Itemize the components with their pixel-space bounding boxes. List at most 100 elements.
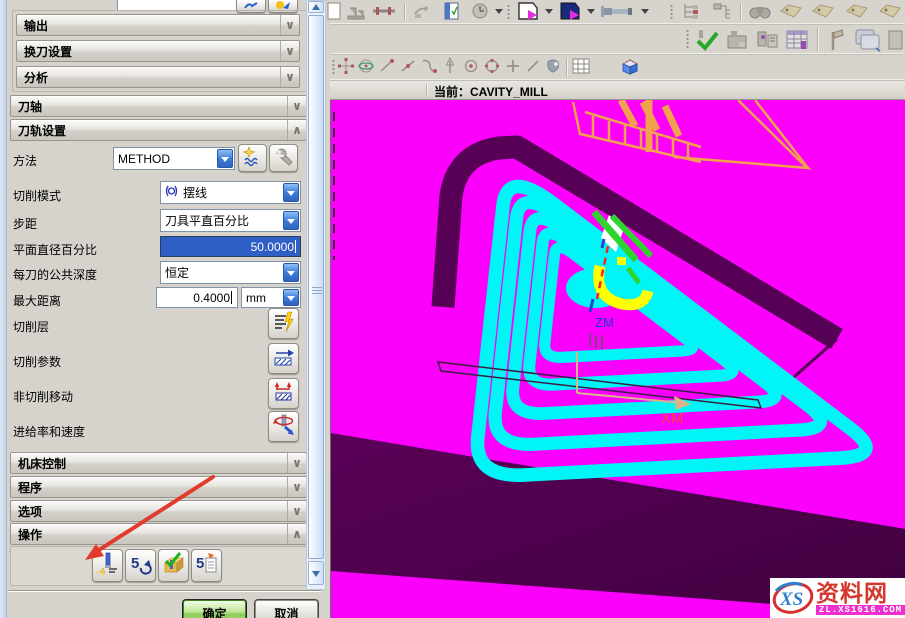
section-path-settings[interactable]: 刀轨设置 ∧ [10,119,307,141]
point-set-icon[interactable] [336,55,356,77]
table-icon[interactable] [784,28,812,52]
hierarchy2-icon[interactable] [710,0,734,22]
grid-icon[interactable] [570,55,592,77]
tag2-icon[interactable] [808,0,838,22]
toolbar-grip[interactable] [332,59,335,76]
chevron-down-icon[interactable] [283,289,299,306]
max-distance-input[interactable]: 0.4000 [156,287,238,308]
tag1-icon[interactable] [776,0,806,22]
face-point-icon[interactable] [543,55,563,77]
section-machine-control[interactable]: 机床控制 ∨ [10,452,307,474]
text-caret [231,291,232,304]
common-depth-combo[interactable]: 恒定 [160,261,301,284]
vector-point-icon[interactable] [440,55,460,77]
mid-point-icon[interactable] [398,55,418,77]
chevron-down-icon[interactable] [283,263,299,282]
cart-icon[interactable] [754,28,782,52]
new-method-button[interactable] [238,144,267,172]
chevron-down-icon[interactable]: ∨ [287,96,306,116]
stepover-combo[interactable]: 刀具平直百分比 [160,209,301,232]
section-analysis[interactable]: 分析 ∨ [16,66,300,88]
dropdown-arrow-icon[interactable] [640,0,650,22]
replay-button[interactable]: 5 [125,549,156,582]
clock-icon[interactable] [468,0,492,22]
section-label: 换刀设置 [17,43,280,60]
dropdown-arrow-icon[interactable] [493,0,505,22]
rotate-point-icon[interactable] [356,55,376,77]
section-program[interactable]: 程序 ∨ [10,476,307,498]
non-cutting-button[interactable] [268,378,299,409]
show-toolpath-icon[interactable] [514,0,544,22]
section-tool-change[interactable]: 换刀设置 ∨ [16,40,300,62]
document-icon[interactable] [322,0,346,22]
section-options[interactable]: 选项 ∨ [10,500,307,522]
end-point-icon[interactable] [377,55,397,77]
chevron-down-icon[interactable]: ∨ [280,41,299,61]
chevron-down-icon[interactable] [283,183,299,202]
chevron-down-icon[interactable]: ∨ [287,453,306,473]
edit-method-button[interactable] [269,144,298,172]
operation-info-icon[interactable] [440,0,464,22]
toolbar-grip[interactable] [686,29,689,50]
generate-button[interactable] [92,549,123,582]
max-distance-value: 0.4000 [193,291,230,305]
chevron-down-icon[interactable] [283,211,299,230]
machine-tool-icon[interactable] [344,0,368,22]
hierarchy-icon[interactable] [678,0,702,22]
transform-icon[interactable] [410,0,434,22]
common-depth-value: 恒定 [161,264,189,281]
chevron-down-icon[interactable]: ∨ [287,501,306,521]
plus-point-icon[interactable] [503,55,523,77]
toolbar-grip[interactable] [507,4,510,20]
tag4-icon[interactable] [875,0,905,22]
tag3-icon[interactable] [842,0,872,22]
section-tool-axis[interactable]: 刀轴 ∨ [10,95,307,117]
lamp-icon[interactable] [823,28,849,52]
method-combo[interactable]: METHOD [113,147,235,170]
cut-pattern-combo[interactable]: 摆线 [160,181,301,204]
mill-tool-icon[interactable] [598,0,638,22]
dropdown-arrow-icon[interactable] [586,0,596,22]
section-output[interactable]: 输出 ∨ [16,14,300,36]
xm-axis-label: XM [661,410,684,427]
scroll-down-button[interactable] [308,561,324,585]
flat-diameter-input[interactable]: 50.0000 [160,236,301,257]
cut-levels-button[interactable] [268,308,299,339]
chevron-up-icon[interactable]: ∧ [287,524,306,544]
non-cutting-label: 非切削移动 [13,388,73,405]
binoculars-icon[interactable] [746,0,774,22]
workpiece-icon[interactable] [724,28,752,52]
line-point-icon[interactable] [523,55,543,77]
approve-check-icon[interactable] [694,28,722,52]
verify-button[interactable] [158,549,189,582]
svg-text:5: 5 [196,555,204,572]
chevron-down-icon[interactable] [217,149,233,168]
scrollbar-grip [312,287,322,295]
ok-label: 确定 [202,605,226,618]
curve-point-icon[interactable] [419,55,439,77]
list-button[interactable]: 5 [191,549,222,582]
dialog-scrollbar[interactable] [306,0,326,590]
cube-icon[interactable] [618,55,642,77]
scrollbar-thumb[interactable] [308,15,324,559]
layered-windows-icon[interactable] [853,28,883,52]
tool-rail-icon[interactable] [372,0,396,22]
chevron-up-icon[interactable]: ∧ [287,120,306,140]
center-point-icon[interactable] [461,55,481,77]
footer-separator [8,590,321,592]
section-actions[interactable]: 操作 ∧ [10,523,307,545]
quadrant-point-icon[interactable] [482,55,502,77]
cutting-params-button[interactable] [268,343,299,374]
feeds-speeds-button[interactable] [268,411,299,442]
chevron-down-icon[interactable]: ∨ [287,477,306,497]
ok-button[interactable]: 确定 [183,600,246,618]
max-distance-unit-combo[interactable]: mm [241,287,301,308]
toolbar-grip[interactable] [670,4,673,20]
dropdown-arrow-icon[interactable] [544,0,554,22]
graphics-viewport[interactable]: ZM XM [330,100,905,618]
replay-toolpath-icon[interactable] [556,0,586,22]
partial-icon[interactable] [886,28,904,52]
cancel-button[interactable]: 取消 [255,600,318,618]
chevron-down-icon[interactable]: ∨ [280,15,299,35]
chevron-down-icon[interactable]: ∨ [280,67,299,87]
